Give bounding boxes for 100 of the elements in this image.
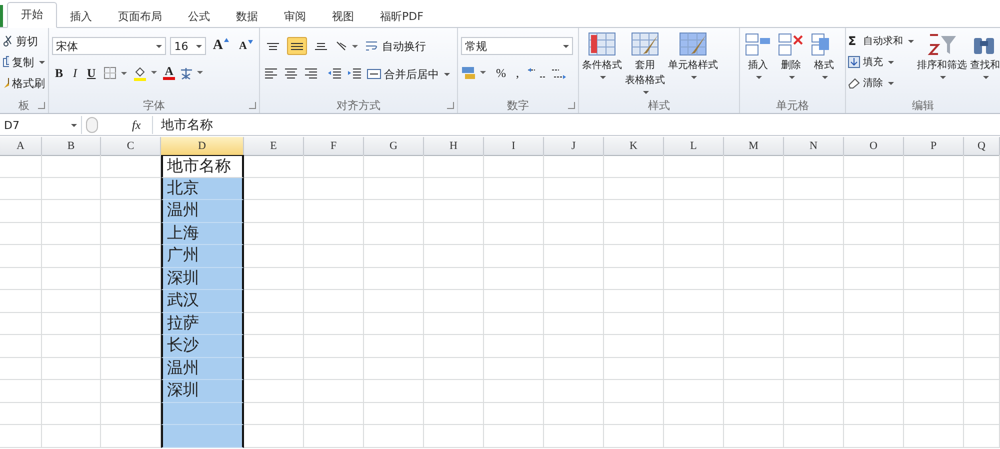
font-name-dropdown[interactable]: 宋体: [52, 37, 166, 55]
column-header[interactable]: A: [0, 137, 42, 156]
table-cell[interactable]: [161, 402, 244, 425]
column-header[interactable]: I: [484, 137, 544, 156]
table-cell[interactable]: 广州: [161, 245, 244, 268]
scissors-icon: [3, 35, 13, 47]
table-grid-icon: [588, 32, 616, 58]
column-header[interactable]: H: [424, 137, 484, 156]
up-arrow-icon: [224, 38, 230, 42]
style-button[interactable]: 套用 表格格式: [625, 32, 665, 97]
ribbon-tab[interactable]: 插入: [57, 6, 105, 28]
percent-button[interactable]: %: [493, 66, 509, 80]
fill-color-icon[interactable]: [132, 65, 159, 81]
table-cell[interactable]: 深圳: [161, 380, 244, 402]
vertical-align-icon: [315, 42, 327, 50]
ribbon-tab[interactable]: 公式: [175, 6, 223, 28]
dialog-launcher-icon[interactable]: [447, 102, 454, 109]
group-label: 字体: [143, 98, 165, 112]
column-header[interactable]: Q: [964, 137, 1000, 156]
column-header[interactable]: B: [42, 137, 101, 156]
editing-large-button[interactable]: 查找和: [970, 32, 1000, 97]
font-size-dropdown[interactable]: 16: [170, 37, 206, 55]
table-cell[interactable]: 长沙: [161, 335, 244, 358]
table-cell[interactable]: 拉萨: [161, 312, 244, 335]
comma-button[interactable]: ,: [513, 66, 522, 80]
number-format-dropdown[interactable]: 常规: [461, 37, 573, 55]
resize-handle[interactable]: [86, 117, 98, 133]
table-grid-icon: [631, 32, 659, 58]
table-cell[interactable]: 地市名称: [161, 155, 244, 178]
group-label: 数字: [507, 98, 529, 112]
font-style-button[interactable]: I: [70, 66, 80, 80]
formula-input[interactable]: 地市名称: [152, 116, 1000, 134]
ribbon-tab[interactable]: 数据: [223, 6, 271, 28]
clipboard-button[interactable]: 格式刷: [3, 74, 45, 92]
column-header[interactable]: G: [364, 137, 424, 156]
vertical-align-icon: [267, 42, 279, 50]
sort-filter-icon: [927, 32, 957, 58]
dialog-launcher-icon[interactable]: [38, 102, 45, 109]
font-style-button[interactable]: B: [52, 66, 66, 80]
wrap-text-button[interactable]: 自动换行: [365, 37, 426, 55]
ribbon-tab[interactable]: 福昕PDF: [367, 6, 436, 28]
editing-large-button[interactable]: 排序和筛选: [917, 32, 967, 97]
style-button[interactable]: 条件格式: [582, 32, 622, 97]
clipboard-button[interactable]: 复制: [3, 53, 45, 71]
name-box[interactable]: D7: [0, 116, 82, 134]
column-header[interactable]: O: [844, 137, 904, 156]
grow-font-button[interactable]: A: [210, 38, 232, 54]
cells-button[interactable]: 删除: [776, 32, 806, 97]
ribbon-tab[interactable]: 审阅: [271, 6, 319, 28]
table-cell[interactable]: 温州: [161, 200, 244, 222]
table-cell[interactable]: [161, 425, 244, 448]
shrink-font-button[interactable]: A: [236, 40, 256, 52]
vertical-align-button[interactable]: [287, 37, 307, 55]
group-label: 单元格: [776, 98, 809, 112]
table-cell[interactable]: 北京: [161, 178, 244, 200]
column-header[interactable]: E: [244, 137, 304, 156]
column-header[interactable]: L: [664, 137, 724, 156]
column-header[interactable]: K: [604, 137, 664, 156]
group-label: 编辑: [912, 98, 934, 112]
cells-icon: [777, 32, 805, 58]
vertical-align-icon: [291, 42, 303, 50]
dialog-launcher-icon[interactable]: [568, 102, 575, 109]
column-header[interactable]: N: [784, 137, 844, 156]
cells-button[interactable]: 格式: [809, 32, 839, 97]
ribbon-tab[interactable]: 页面布局: [105, 6, 175, 28]
cells-button[interactable]: 插入: [743, 32, 773, 97]
table-cell[interactable]: 武汉: [161, 290, 244, 312]
clipboard-button[interactable]: 剪切: [3, 32, 45, 50]
indent-icon[interactable]: [327, 67, 363, 81]
ribbon-tab[interactable]: 视图: [319, 6, 367, 28]
editing-button[interactable]: Σ 自动求和: [848, 32, 914, 50]
column-header[interactable]: P: [904, 137, 964, 156]
file-tab[interactable]: [0, 5, 3, 27]
editing-button[interactable]: 填充: [848, 53, 914, 71]
font-style-button[interactable]: U: [84, 66, 99, 80]
table-cell[interactable]: 温州: [161, 358, 244, 380]
group-label: 对齐方式: [336, 98, 380, 112]
table-grid-icon: [679, 32, 707, 58]
dialog-launcher-icon[interactable]: [249, 102, 256, 109]
caret-icon: [39, 60, 45, 66]
style-button[interactable]: 单元格样式: [668, 32, 718, 97]
ribbon-tab[interactable]: 开始: [7, 2, 57, 28]
table-cell[interactable]: 深圳: [161, 268, 244, 290]
insert-function-button[interactable]: fx: [132, 118, 152, 132]
editing-button[interactable]: 清除: [848, 74, 914, 92]
merge-center-button[interactable]: 合并后居中: [367, 65, 450, 83]
column-header[interactable]: F: [304, 137, 364, 156]
merge-cells-icon: [367, 68, 381, 80]
orientation-icon[interactable]: [335, 39, 361, 53]
eraser-icon: [848, 77, 860, 89]
border-icon[interactable]: [102, 66, 129, 80]
currency-icon[interactable]: [461, 65, 489, 81]
table-cell[interactable]: 上海: [161, 222, 244, 245]
column-header[interactable]: D: [161, 137, 244, 156]
phonetic-icon[interactable]: [179, 65, 206, 81]
column-header[interactable]: C: [101, 137, 161, 156]
column-header[interactable]: J: [544, 137, 604, 156]
font-color-button[interactable]: A: [162, 66, 176, 80]
wrap-text-icon: [365, 40, 379, 52]
column-header[interactable]: M: [724, 137, 784, 156]
